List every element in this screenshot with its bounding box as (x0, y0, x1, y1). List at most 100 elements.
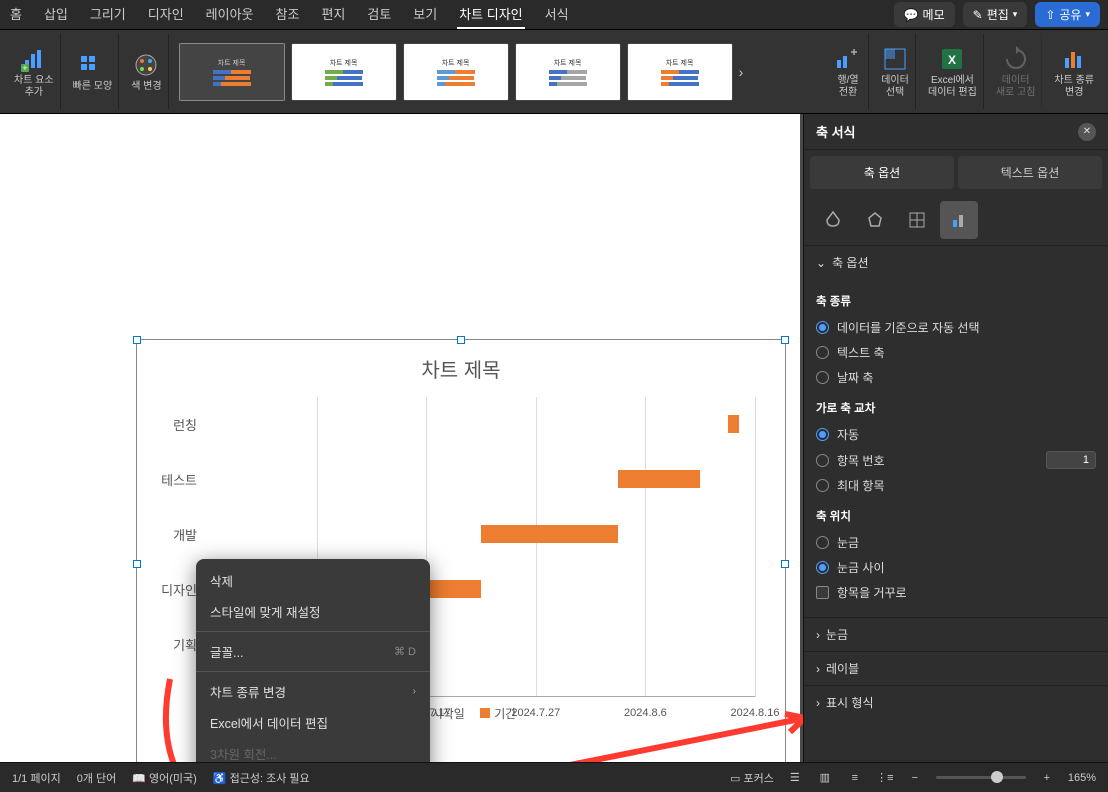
cross-max-radio[interactable]: 최대 항목 (816, 473, 1096, 498)
menu-tabs: 홈 삽입 그리기 디자인 레이아웃 참조 편지 검토 보기 차트 디자인 서식 (8, 0, 894, 29)
resize-handle[interactable] (457, 336, 465, 344)
cm-3d-rotation: 3차원 회전... (196, 738, 430, 762)
tab-home[interactable]: 홈 (8, 0, 24, 29)
resize-handle[interactable] (781, 560, 789, 568)
chart-style-4[interactable]: 차트 제목 (515, 43, 621, 101)
close-panel-button[interactable]: ✕ (1078, 123, 1096, 141)
tab-draw[interactable]: 그리기 (88, 0, 128, 29)
cm-delete[interactable]: 삭제 (196, 565, 430, 596)
edit-button[interactable]: ✎ 편집 ▾ (963, 2, 1028, 27)
axis-options-icon[interactable] (940, 201, 978, 239)
cm-font[interactable]: 글꼴...⌘ D (196, 636, 430, 667)
print-layout-icon[interactable]: ▥ (816, 769, 834, 787)
excel-icon: X (938, 45, 966, 73)
cross-category-radio[interactable]: 항목 번호 (816, 447, 1096, 473)
resize-handle[interactable] (133, 336, 141, 344)
share-button[interactable]: ⇧ 공유 ▾ (1035, 2, 1100, 27)
tab-chart-design[interactable]: 차트 디자인 (457, 0, 524, 29)
position-ontick-radio[interactable]: 눈금 (816, 530, 1096, 555)
reverse-order-checkbox[interactable]: 항목을 거꾸로 (816, 580, 1096, 605)
tick-marks-section[interactable]: ›눈금 (804, 618, 1108, 651)
change-chart-type[interactable]: 차트 종류 변경 (1048, 34, 1100, 109)
axis-type-heading: 축 종류 (816, 293, 1096, 309)
quick-layout[interactable]: 빠른 모양 (67, 34, 120, 109)
svg-text:X: X (948, 53, 956, 67)
cross-auto-radio[interactable]: 자동 (816, 422, 1096, 447)
position-between-radio[interactable]: 눈금 사이 (816, 555, 1096, 580)
text-options-tab[interactable]: 텍스트 옵션 (958, 156, 1102, 189)
zoom-slider[interactable] (936, 776, 1026, 779)
axis-position-heading: 축 위치 (816, 508, 1096, 524)
svg-text:+: + (22, 63, 27, 72)
y-axis-label: 디자인 (147, 580, 197, 599)
tab-references[interactable]: 참조 (274, 0, 302, 29)
tab-mailings[interactable]: 편지 (319, 0, 347, 29)
axis-type-auto-radio[interactable]: 데이터를 기준으로 자동 선택 (816, 315, 1096, 340)
switch-icon (834, 45, 862, 73)
edit-data-excel[interactable]: X Excel에서 데이터 편집 (922, 34, 984, 109)
chevron-down-icon: ▾ (1013, 9, 1018, 20)
horiz-axis-crosses-heading: 가로 축 교차 (816, 400, 1096, 416)
chart-title[interactable]: 차트 제목 (137, 340, 785, 397)
cm-reset-style[interactable]: 스타일에 맞게 재설정 (196, 596, 430, 627)
chart-bar[interactable] (728, 415, 739, 433)
tab-insert[interactable]: 삽입 (42, 0, 70, 29)
outline-icon[interactable]: ⋮≡ (876, 769, 894, 787)
chart-type-icon (1060, 45, 1088, 73)
chevron-right-icon: › (816, 696, 820, 710)
axis-type-text-radio[interactable]: 텍스트 축 (816, 340, 1096, 365)
size-icon[interactable] (898, 201, 936, 239)
axis-type-date-radio[interactable]: 날짜 축 (816, 365, 1096, 390)
y-axis-label: 테스트 (147, 470, 197, 489)
accessibility-status[interactable]: ♿ 접근성: 조사 필요 (213, 770, 310, 786)
cm-edit-excel[interactable]: Excel에서 데이터 편집 (196, 707, 430, 738)
web-layout-icon[interactable]: ≡ (846, 769, 864, 787)
category-number-input[interactable] (1046, 451, 1096, 469)
cm-change-chart-type[interactable]: 차트 종류 변경› (196, 676, 430, 707)
chart-bar[interactable] (618, 470, 700, 488)
axis-options-section[interactable]: ⌄ 축 옵션 (804, 246, 1108, 279)
number-format-section[interactable]: ›표시 형식 (804, 686, 1108, 719)
word-count[interactable]: 0개 단어 (77, 770, 117, 786)
focus-icon: ▭ (730, 773, 740, 785)
chart-style-2[interactable]: 차트 제목 (291, 43, 397, 101)
comments-button[interactable]: 💬 메모 (894, 2, 955, 27)
effects-icon[interactable] (856, 201, 894, 239)
chart-bar[interactable] (481, 525, 618, 543)
read-mode-icon[interactable]: ☰ (786, 769, 804, 787)
page-count[interactable]: 1/1 페이지 (12, 770, 61, 786)
chevron-right-icon: › (816, 628, 820, 642)
zoom-out-button[interactable]: − (906, 769, 924, 787)
document-canvas[interactable]: 차트 제목 런칭 테스트 개발 디자인 기획 (0, 114, 803, 762)
fill-icon[interactable] (814, 201, 852, 239)
select-data[interactable]: 데이터 선택 (875, 34, 916, 109)
resize-handle[interactable] (133, 560, 141, 568)
refresh-data[interactable]: 데이터 새로 고침 (990, 34, 1043, 109)
add-chart-element[interactable]: + 차트 요소 추가 (8, 34, 61, 109)
palette-icon (132, 51, 160, 79)
change-colors[interactable]: 색 변경 (125, 34, 168, 109)
resize-handle[interactable] (781, 336, 789, 344)
chevron-down-icon: ▾ (1085, 9, 1090, 20)
zoom-in-button[interactable]: + (1038, 769, 1056, 787)
tab-layout[interactable]: 레이아웃 (204, 0, 256, 29)
x-axis-tick: 2024.8.6 (624, 707, 667, 719)
tab-design[interactable]: 디자인 (146, 0, 186, 29)
axis-options-tab[interactable]: 축 옵션 (810, 156, 954, 189)
labels-section[interactable]: ›레이블 (804, 652, 1108, 685)
panel-title: 축 서식 (816, 122, 856, 141)
switch-row-column[interactable]: 행/열 전환 (828, 34, 869, 109)
tab-view[interactable]: 보기 (411, 0, 439, 29)
chart-style-1[interactable]: 차트 제목 (179, 43, 285, 101)
tab-format[interactable]: 서식 (543, 0, 571, 29)
styles-more-button[interactable]: › (739, 64, 755, 80)
chart-style-3[interactable]: 차트 제목 (403, 43, 509, 101)
chart-style-5[interactable]: 차트 제목 (627, 43, 733, 101)
tab-review[interactable]: 검토 (365, 0, 393, 29)
book-icon: 📖 (132, 773, 146, 785)
focus-mode[interactable]: ▭ 포커스 (730, 770, 774, 786)
y-axis-label: 런칭 (147, 415, 197, 434)
language-indicator[interactable]: 📖 영어(미국) (132, 770, 197, 786)
chart-element-icon: + (20, 45, 48, 73)
zoom-level[interactable]: 165% (1068, 772, 1096, 784)
